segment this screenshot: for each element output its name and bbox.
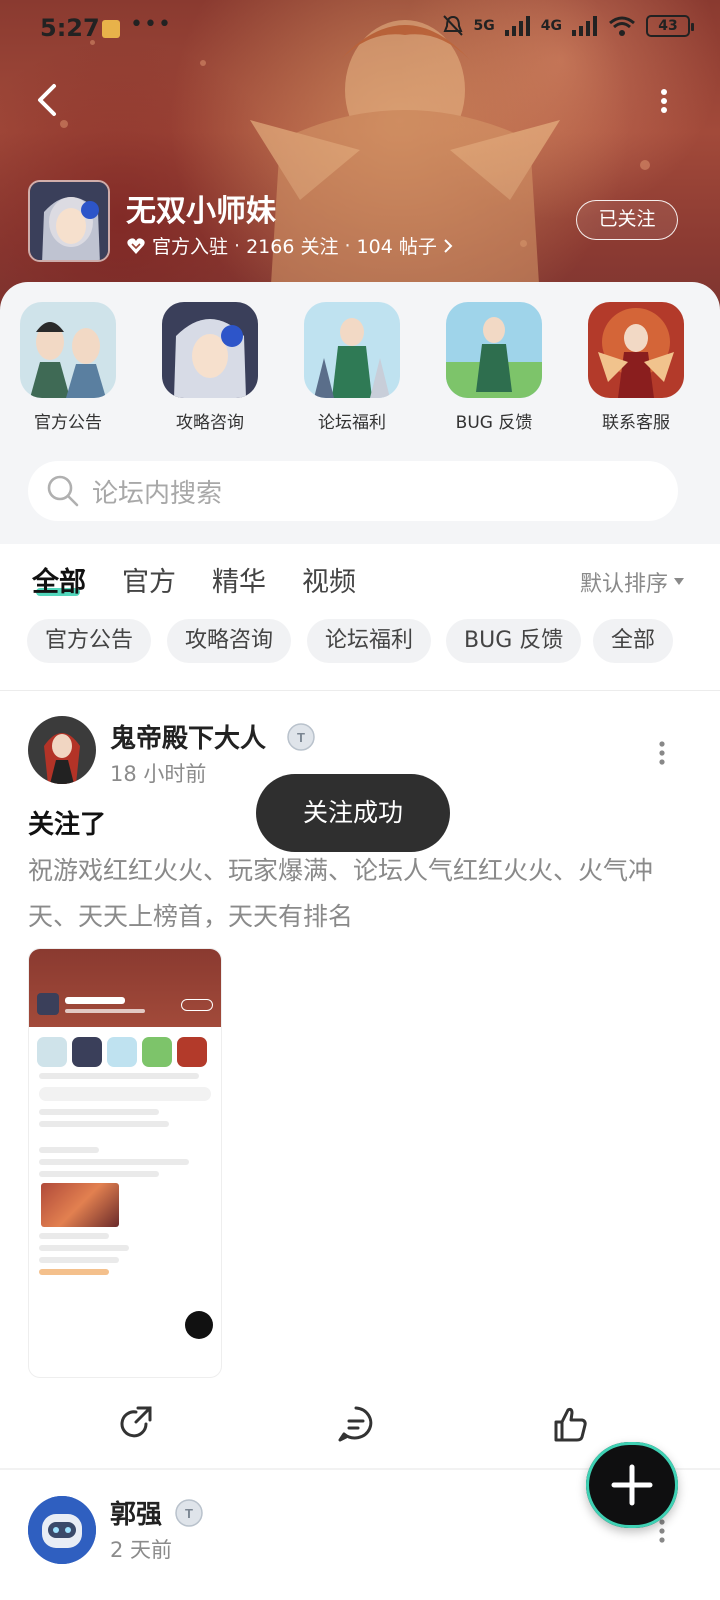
- search-placeholder: 论坛内搜索: [92, 478, 223, 509]
- section-label: 攻略咨询: [176, 413, 244, 433]
- section-image: [304, 302, 400, 398]
- followed-button[interactable]: 已关注: [576, 200, 678, 240]
- comment-button[interactable]: [336, 1404, 376, 1444]
- post-filter-area: 全部 官方 精华 视频 默认排序 官方公告 攻略咨询 论坛福利 BUG 反馈 全…: [0, 544, 720, 690]
- divider: [0, 690, 720, 691]
- section-welfare[interactable]: 论坛福利: [297, 302, 407, 433]
- sort-label: 默认排序: [579, 572, 668, 597]
- caret-down-icon: [674, 578, 684, 585]
- section-shortcuts: 官方公告 攻略咨询 论坛福利 BUG 反馈 联系客服: [0, 302, 720, 442]
- section-customer-service[interactable]: 联系客服: [581, 302, 691, 433]
- section-official-notice[interactable]: 官方公告: [13, 302, 123, 433]
- status-indicators: 5G 4G 43: [442, 14, 694, 38]
- status-more-dots: •••: [130, 12, 172, 37]
- level-badge-icon: T: [287, 723, 315, 751]
- post-image-thumbnail[interactable]: [28, 948, 222, 1378]
- more-options-button[interactable]: [654, 88, 674, 114]
- post-time: 18 小时前: [110, 762, 207, 786]
- section-label: BUG 反馈: [455, 413, 533, 433]
- mute-bell-icon: [442, 15, 463, 36]
- new-post-fab[interactable]: [586, 1442, 678, 1528]
- chip-official-notice[interactable]: 官方公告: [27, 619, 152, 663]
- post-author-name[interactable]: 鬼帝殿下大人: [110, 718, 266, 755]
- section-image: [20, 302, 116, 398]
- section-label: 官方公告: [34, 413, 102, 433]
- level-badge-icon: T: [175, 1499, 203, 1527]
- network-5g: 5G: [473, 18, 495, 34]
- posts-count: 104 帖子: [356, 236, 437, 258]
- chip-bug-report[interactable]: BUG 反馈: [446, 619, 582, 663]
- post-title[interactable]: 关注了: [28, 804, 106, 841]
- post-more-button[interactable]: [652, 740, 672, 766]
- post-author-name[interactable]: 郭强: [110, 1494, 162, 1531]
- forum-title: 无双小师妹: [126, 194, 276, 229]
- chevron-right-icon: [444, 238, 453, 253]
- tab-official[interactable]: 官方: [122, 560, 176, 599]
- official-label: 官方入驻: [152, 236, 229, 258]
- tab-featured[interactable]: 精华: [212, 560, 266, 599]
- wifi-icon: [609, 16, 635, 36]
- forum-meta[interactable]: 官方入驻 · 2166 关注 · 104 帖子: [126, 232, 453, 259]
- plus-icon: [611, 1464, 653, 1506]
- share-button[interactable]: [116, 1404, 156, 1444]
- signal-icon: [504, 16, 530, 36]
- chip-strategy[interactable]: 攻略咨询: [167, 619, 292, 663]
- section-bug-report[interactable]: BUG 反馈: [439, 302, 549, 433]
- back-button[interactable]: [30, 80, 70, 120]
- chip-all[interactable]: 全部: [593, 619, 674, 663]
- chip-welfare[interactable]: 论坛福利: [307, 619, 432, 663]
- section-image: [446, 302, 542, 398]
- forum-search-input[interactable]: 论坛内搜索: [28, 461, 678, 521]
- section-strategy[interactable]: 攻略咨询: [155, 302, 265, 433]
- svg-text:T: T: [185, 1506, 193, 1521]
- forum-avatar: [28, 180, 110, 262]
- svg-text:T: T: [297, 730, 305, 745]
- section-image: [588, 302, 684, 398]
- tab-video[interactable]: 视频: [302, 560, 356, 599]
- tab-all[interactable]: 全部: [32, 560, 86, 599]
- like-button[interactable]: [550, 1404, 590, 1444]
- post-author-avatar[interactable]: [28, 1496, 96, 1564]
- network-4g: 4G: [540, 18, 562, 34]
- sort-dropdown[interactable]: 默认排序: [580, 566, 684, 598]
- search-icon: [47, 475, 79, 507]
- section-image: [162, 302, 258, 398]
- post-author-avatar[interactable]: [28, 716, 96, 784]
- battery-icon: 43: [646, 15, 694, 37]
- status-time: 5:27: [40, 14, 100, 42]
- signal-icon-2: [572, 16, 597, 36]
- toast-message: 关注成功: [256, 774, 450, 852]
- official-heart-icon: [127, 237, 145, 254]
- status-bar: 5:27 ••• 5G 4G 43: [0, 0, 720, 60]
- post-body[interactable]: 祝游戏红红火火、玩家爆满、论坛人气红红火火、火气冲天、天天上榜首，天天有排名: [28, 848, 692, 940]
- section-label: 论坛福利: [318, 413, 386, 433]
- app-notification-icon: [102, 20, 120, 38]
- post-time: 2 天前: [110, 1538, 173, 1562]
- followers-count: 2166 关注: [246, 236, 339, 258]
- section-label: 联系客服: [602, 413, 670, 433]
